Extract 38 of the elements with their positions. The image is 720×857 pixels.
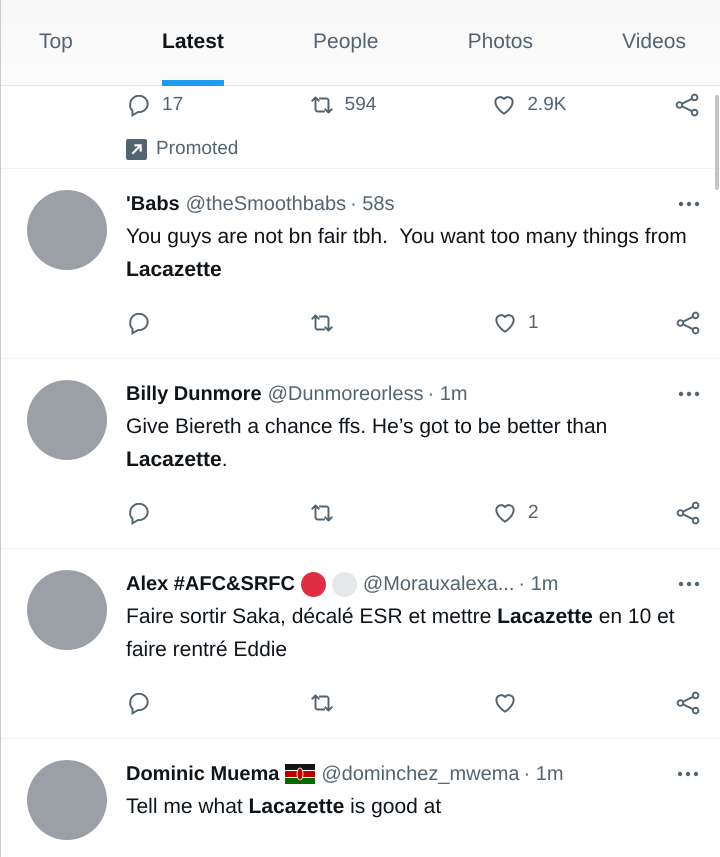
user-handle[interactable]: @dominchez_mwema: [321, 762, 520, 786]
user-name: Dominic Muema: [126, 762, 280, 786]
flag-icon: [285, 764, 316, 784]
action-count: 594: [344, 94, 376, 116]
promoted-label: Promoted: [156, 138, 238, 160]
tweet-text: Give Biereth a chance ffs. He’s got to be better than Lacazette.: [126, 414, 608, 473]
tweet-time: · 58s: [350, 192, 395, 216]
user-handle[interactable]: @theSmoothbabs: [186, 192, 346, 216]
circle-emoji-icon: [332, 572, 357, 596]
tweet-text: Faire sortir Saka, décalé ESR et mettre Lacazette en 10 et faire rentré Eddie: [126, 604, 676, 663]
share-icon[interactable]: [675, 500, 701, 526]
share-icon[interactable]: [675, 690, 701, 716]
more-icon[interactable]: [677, 201, 701, 207]
action-count: 2.9K: [527, 94, 566, 116]
tab[interactable]: People: [313, 0, 378, 86]
circle-emoji-icon: [300, 572, 326, 596]
user-handle[interactable]: @Morauxalexa...: [362, 572, 514, 596]
tab[interactable]: Videos: [622, 0, 686, 86]
more-icon[interactable]: [677, 581, 701, 587]
tab[interactable]: Photos: [468, 0, 533, 86]
more-icon[interactable]: [676, 771, 700, 777]
tab[interactable]: Top: [39, 0, 73, 86]
tweet-time: · 1m: [518, 572, 558, 596]
tweet-text: Tell me what Lacazette is good at: [126, 794, 442, 820]
user-name: Alex #AFC&SRFC: [126, 572, 295, 596]
share-icon[interactable]: [675, 310, 701, 336]
action-count: 17: [162, 94, 184, 116]
tab[interactable]: Latest: [162, 0, 224, 86]
user-handle[interactable]: @Dunmoreorless: [268, 382, 424, 406]
action-count: 2: [528, 502, 539, 524]
action-count: 1: [528, 312, 539, 334]
user-name: Billy Dunmore: [126, 382, 262, 406]
tweet-text: You guys are not bn fair tbh. You want too many things from Lacazette: [126, 224, 688, 283]
tweet-time: · 1m: [524, 762, 564, 786]
tweet-time: · 1m: [428, 382, 468, 406]
share-icon[interactable]: [674, 92, 700, 118]
more-icon[interactable]: [677, 391, 701, 397]
user-name: 'Babs: [126, 192, 180, 216]
